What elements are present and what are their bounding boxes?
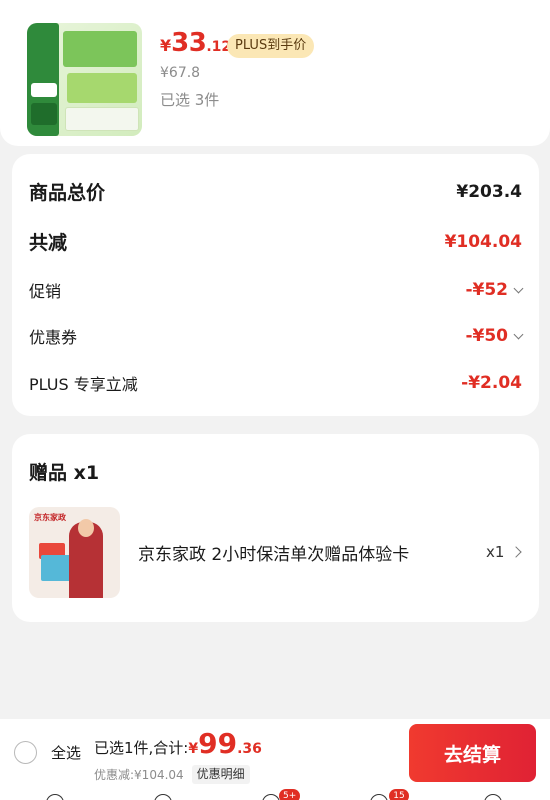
product-card: ¥ 33 .12 PLUS到手价 ¥67.8 已选 3件 — [0, 0, 550, 146]
total-symbol: ¥ — [188, 741, 199, 757]
discount-detail-button[interactable]: 优惠明细 — [191, 765, 250, 784]
select-all-label[interactable]: 全选 — [51, 742, 81, 763]
promo-value: -¥52 — [465, 280, 508, 300]
plus-discount-label: PLUS 专享立减 — [29, 375, 138, 394]
cart-icon[interactable] — [370, 794, 388, 800]
chevron-down-icon[interactable] — [513, 283, 524, 293]
cart-badge: 15 — [389, 789, 409, 800]
plus-price-badge: PLUS到手价 — [227, 34, 315, 58]
checkout-button[interactable]: 去结算 — [409, 724, 536, 782]
message-badge: 5+ — [279, 789, 301, 800]
coupon-label: 优惠券 — [29, 328, 78, 347]
profile-icon[interactable] — [484, 794, 502, 800]
reduced-label: 共减 — [29, 232, 68, 254]
original-price: ¥67.8 — [160, 65, 201, 81]
coupon-value-group[interactable]: -¥50 — [465, 326, 524, 346]
gift-quantity: x1 — [486, 543, 505, 561]
discover-icon[interactable] — [154, 794, 172, 800]
total-label: 已选1件,合计: — [94, 739, 189, 757]
gift-card: 赠品 x1 京东家政 京东家政 2小时保洁单次赠品体验卡 x1 — [12, 434, 539, 622]
product-image-label — [31, 83, 57, 97]
promo-value-group[interactable]: -¥52 — [465, 280, 524, 300]
gift-title: 赠品 x1 — [29, 462, 100, 484]
chevron-right-icon[interactable] — [510, 546, 522, 558]
home-icon[interactable] — [46, 794, 64, 800]
tab-bar: 5+ 15 — [0, 789, 550, 800]
summary-row-coupon[interactable]: 优惠券 -¥50 — [29, 324, 524, 348]
total-price-value: ¥203.4 — [456, 181, 522, 202]
select-all-checkbox[interactable] — [14, 741, 37, 764]
product-image[interactable] — [27, 23, 142, 136]
discount-text: 优惠减:¥104.04 — [94, 768, 184, 782]
product-image-pack — [65, 107, 139, 131]
message-icon[interactable] — [262, 794, 280, 800]
total-integer: 99 — [198, 727, 238, 760]
summary-row-reduced: 共减 ¥104.04 — [29, 228, 522, 255]
summary-row-total: 商品总价 ¥203.4 — [29, 178, 522, 205]
selected-count: 已选 3件 — [160, 91, 220, 109]
product-image-pack — [67, 73, 137, 103]
product-image-label — [31, 103, 57, 125]
summary-row-plus: PLUS 专享立减 -¥2.04 — [29, 371, 522, 395]
gift-image-face — [78, 519, 94, 537]
promo-label: 促销 — [29, 282, 62, 301]
total-price-label: 商品总价 — [29, 182, 106, 204]
product-image-pack — [63, 31, 137, 67]
gift-image-logo: 京东家政 — [34, 513, 66, 522]
gift-name[interactable]: 京东家政 2小时保洁单次赠品体验卡 — [138, 540, 448, 565]
price-summary-card: 商品总价 ¥203.4 共减 ¥104.04 促销 -¥52 优惠券 -¥50 … — [12, 154, 539, 416]
coupon-value: -¥50 — [465, 326, 508, 346]
product-price: ¥ 33 .12 — [160, 28, 231, 58]
plus-discount-value: -¥2.04 — [461, 373, 522, 393]
total-decimal: .36 — [237, 741, 262, 757]
price-symbol: ¥ — [160, 36, 172, 55]
discount-line: 优惠减:¥104.04 优惠明细 — [94, 765, 250, 784]
reduced-value: ¥104.04 — [444, 231, 522, 252]
chevron-down-icon[interactable] — [513, 329, 524, 339]
summary-row-promo[interactable]: 促销 -¥52 — [29, 278, 524, 302]
checkout-bar: 全选 已选1件,合计: ¥ 99 .36 优惠减:¥104.04 优惠明细 去结… — [0, 719, 550, 791]
gift-image[interactable]: 京东家政 — [29, 507, 120, 598]
total-line: 已选1件,合计: ¥ 99 .36 — [94, 727, 262, 760]
price-integer: 33 — [171, 28, 207, 58]
